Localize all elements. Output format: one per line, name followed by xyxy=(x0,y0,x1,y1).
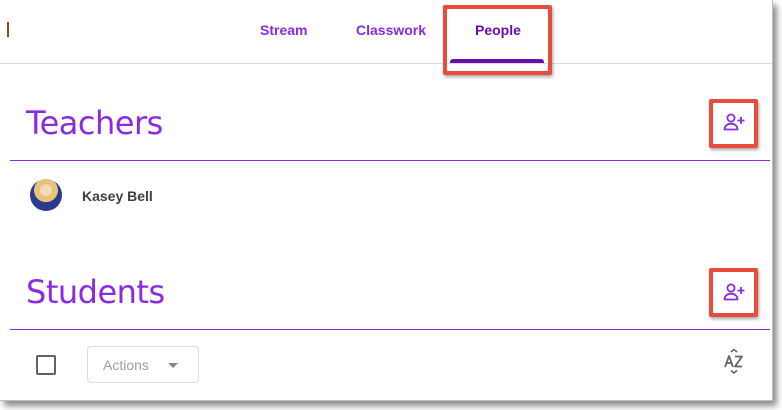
sort-button[interactable] xyxy=(718,348,750,380)
avatar xyxy=(30,179,62,211)
highlight-box-people-tab xyxy=(443,5,552,75)
teachers-heading: Teachers xyxy=(26,104,163,142)
highlight-box-invite-students xyxy=(709,268,758,317)
select-all-checkbox[interactable] xyxy=(36,355,56,375)
teachers-divider xyxy=(10,160,770,161)
tab-bar: Stream Classwork People xyxy=(0,0,772,64)
sort-az-icon xyxy=(724,348,743,374)
tab-classwork[interactable]: Classwork xyxy=(356,22,426,38)
people-page: Stream Classwork People Teachers Kasey B… xyxy=(0,0,773,401)
teacher-name: Kasey Bell xyxy=(82,188,153,204)
students-divider xyxy=(10,329,770,330)
tab-stream[interactable]: Stream xyxy=(260,22,307,38)
students-heading: Students xyxy=(26,273,165,311)
actions-label: Actions xyxy=(103,356,149,373)
highlight-box-invite-teachers xyxy=(709,99,758,148)
caret-down-icon xyxy=(168,363,178,368)
actions-dropdown[interactable]: Actions xyxy=(87,346,199,383)
